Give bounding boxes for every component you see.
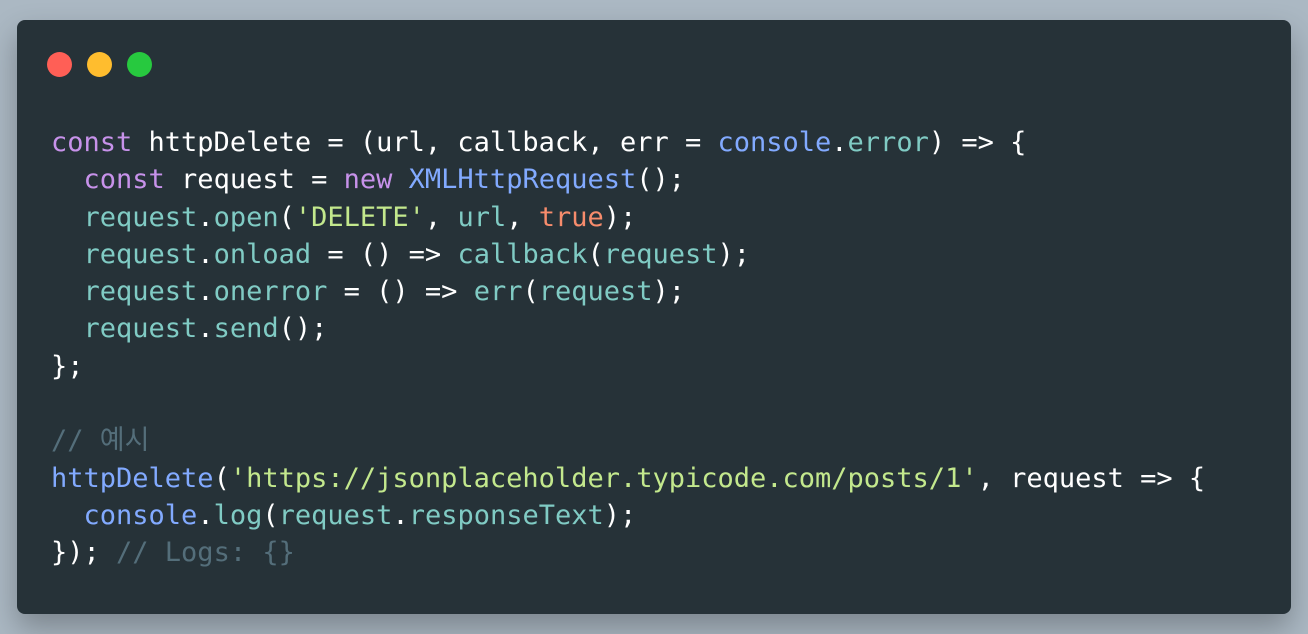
code-line: }); // Logs: {} — [51, 534, 1205, 571]
code-window: const httpDelete = (url, callback, err =… — [17, 20, 1291, 614]
maximize-window-icon[interactable] — [127, 52, 152, 77]
code-token: ); — [652, 276, 686, 308]
code-token: . — [197, 238, 214, 270]
code-token: httpDelete = (url, callback, err = — [132, 127, 718, 158]
code-token: onerror — [213, 276, 328, 308]
code-token: ); — [603, 201, 637, 233]
minimize-window-icon[interactable] — [87, 52, 112, 77]
code-token: request = — [164, 164, 344, 196]
code-token: , request => { — [977, 462, 1206, 494]
code-token: request — [83, 276, 198, 308]
code-token: send — [213, 313, 279, 345]
code-token: ) => { — [928, 127, 1027, 158]
code-token: callback — [457, 238, 588, 270]
code-line: request.onerror = () => err(request); — [51, 273, 1205, 310]
code-token: httpDelete — [51, 462, 214, 494]
code-token: new — [343, 164, 393, 196]
code-line: const request = new XMLHttpRequest(); — [51, 161, 1205, 198]
code-token: , — [424, 201, 458, 233]
code-token: . — [197, 201, 214, 233]
code-token: (); — [278, 313, 328, 345]
code-line: request.onload = () => callback(request)… — [51, 236, 1205, 273]
code-token: = () => — [311, 238, 458, 270]
code-token: open — [213, 201, 279, 233]
code-token: ); — [717, 238, 751, 270]
code-token: . — [392, 499, 409, 531]
code-token: console — [717, 127, 832, 158]
code-token: error — [847, 127, 929, 158]
code-token: true — [538, 201, 604, 233]
code-token: ( — [587, 238, 604, 270]
code-block: const httpDelete = (url, callback, err =… — [51, 124, 1205, 572]
code-line: console.log(request.responseText); — [51, 497, 1205, 534]
code-token: request — [278, 499, 393, 531]
code-token: }); — [51, 537, 117, 569]
code-token: XMLHttpRequest — [408, 164, 637, 196]
code-token: url — [457, 201, 507, 233]
code-token: err — [473, 276, 523, 308]
code-token: ( — [278, 201, 295, 233]
code-token: , — [506, 201, 539, 233]
close-window-icon[interactable] — [47, 52, 72, 77]
code-line: request.send(); — [51, 310, 1205, 347]
code-token: request — [83, 313, 198, 345]
code-token: (); — [636, 164, 686, 196]
code-token: = () => — [327, 276, 474, 308]
code-token: request — [83, 201, 198, 233]
code-token: . — [197, 276, 214, 308]
window-controls — [47, 52, 152, 77]
code-line: request.open('DELETE', url, true); — [51, 199, 1205, 236]
code-token: responseText — [408, 499, 604, 531]
code-token: }; — [51, 350, 84, 382]
code-token: log — [213, 499, 263, 531]
code-token: // 예시 — [51, 425, 150, 457]
code-line: }; — [51, 348, 1205, 385]
code-token: 'DELETE' — [294, 201, 425, 233]
code-line: // 예시 — [51, 422, 1205, 459]
code-token: . — [197, 313, 214, 345]
code-token: request — [538, 276, 653, 308]
code-token: ( — [522, 276, 539, 308]
code-line: httpDelete('https://jsonplaceholder.typi… — [51, 460, 1205, 497]
code-token: const — [51, 127, 133, 158]
code-token: ); — [603, 499, 637, 531]
code-line: const httpDelete = (url, callback, err =… — [51, 124, 1205, 161]
code-token: console — [83, 499, 198, 531]
code-token: ( — [262, 499, 279, 531]
code-token: request — [603, 238, 718, 270]
code-token: ( — [213, 462, 230, 494]
code-token: 'https://jsonplaceholder.typicode.com/po… — [229, 462, 978, 494]
code-token: . — [831, 127, 848, 158]
code-token: . — [197, 499, 214, 531]
code-token: onload — [213, 238, 312, 270]
code-token: request — [83, 238, 198, 270]
code-token: // Logs: {} — [116, 537, 295, 569]
code-token: const — [83, 164, 165, 196]
